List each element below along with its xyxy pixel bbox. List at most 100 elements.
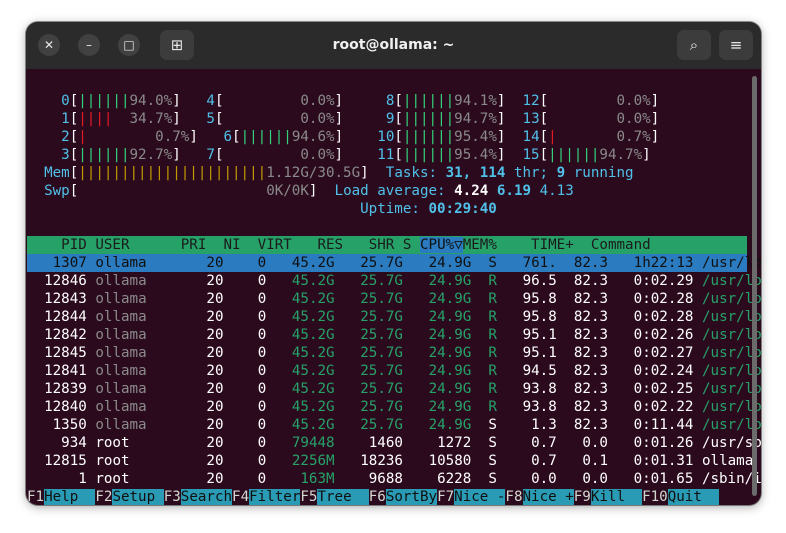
- row-user: ollama: [95, 417, 147, 433]
- row-ni: 0: [257, 363, 267, 379]
- row-ni: 0: [257, 435, 267, 451]
- fkey-9-key: F9: [573, 489, 591, 505]
- row-mem: 82.3: [573, 381, 609, 397]
- table-row[interactable]: 1 root 20 0 163M 9688 6228 S 0.0 0.0 0:0…: [27, 470, 761, 488]
- fkey-9-button[interactable]: Kill: [590, 489, 643, 505]
- row-time: 0:02.28: [633, 291, 694, 307]
- table-row[interactable]: 12839 ollama 20 0 45.2G 25.7G 24.9G R 93…: [27, 380, 761, 398]
- row-pid: 12843: [44, 291, 87, 307]
- row-user: root: [95, 453, 130, 469]
- mem-value: 1.12G/30.5G: [266, 165, 361, 181]
- row-ni: 0: [257, 309, 267, 325]
- row-cpu: 1.3: [531, 417, 557, 433]
- row-state: R: [488, 273, 497, 289]
- row-cpu: 95.1: [522, 327, 557, 343]
- terminal-screen[interactable]: 0[||||||94.0%] 4[ 0.0%] 8[||||||94.1%] 1…: [26, 69, 761, 505]
- row-virt: 45.2G: [291, 309, 335, 325]
- row-cpu: 95.8: [522, 309, 557, 325]
- row-mem: 0.1: [582, 453, 609, 469]
- row-ni: 0: [257, 417, 267, 433]
- table-row[interactable]: 934 root 20 0 79448 1460 1272 S 0.7 0.0 …: [27, 434, 761, 452]
- menu-icon[interactable]: ≡: [719, 30, 753, 60]
- row-virt: 79448: [291, 435, 335, 451]
- row-time: 1h22:13: [633, 255, 694, 271]
- fkey-10-button[interactable]: Quit: [667, 489, 719, 505]
- row-pid: 12844: [44, 309, 87, 325]
- table-row[interactable]: 12840 ollama 20 0 45.2G 25.7G 24.9G R 93…: [27, 398, 761, 416]
- table-row[interactable]: 12841 ollama 20 0 45.2G 25.7G 24.9G R 94…: [27, 362, 761, 380]
- uptime-value: 00:29:40: [428, 201, 497, 217]
- row-virt: 163M: [300, 471, 335, 487]
- row-user: root: [95, 435, 130, 451]
- col-user: USER: [95, 237, 130, 253]
- row-pid: 12846: [44, 273, 87, 289]
- fkey-5-button[interactable]: Tree: [317, 489, 369, 505]
- row-res: 1460: [368, 435, 403, 451]
- cpu-meter-row: 1[|||| 34.7%] 5[ 0.0%] 9[||||||94.7%] 13…: [61, 111, 660, 127]
- process-table-header[interactable]: PID USER PRI NI VIRT RES SHR S CPU%▽MEM%…: [27, 236, 747, 254]
- fkey-6-button[interactable]: SortBy: [385, 489, 438, 505]
- close-icon[interactable]: ✕: [38, 34, 60, 56]
- table-row[interactable]: 12845 ollama 20 0 45.2G 25.7G 24.9G R 95…: [27, 344, 761, 362]
- row-pid: 1307: [52, 255, 87, 271]
- row-time: 0:01.31: [633, 453, 694, 469]
- fkey-8-button[interactable]: Nice +: [522, 489, 574, 505]
- new-tab-icon[interactable]: ⊞: [160, 30, 194, 60]
- fkey-10-key: F10: [642, 489, 668, 505]
- row-time: 0:01.65: [633, 471, 694, 487]
- table-row[interactable]: 12842 ollama 20 0 45.2G 25.7G 24.9G R 95…: [27, 326, 761, 344]
- table-row[interactable]: 12844 ollama 20 0 45.2G 25.7G 24.9G R 95…: [27, 308, 761, 326]
- table-row[interactable]: 12846 ollama 20 0 45.2G 25.7G 24.9G R 96…: [27, 272, 761, 290]
- fkey-3-button[interactable]: Search: [180, 489, 233, 505]
- row-res: 25.7G: [360, 327, 403, 343]
- row-state: R: [488, 345, 497, 361]
- row-mem: 82.3: [573, 345, 609, 361]
- row-mem: 82.3: [573, 273, 609, 289]
- row-shr: 24.9G: [428, 345, 472, 361]
- fkey-1-button[interactable]: Help: [44, 489, 96, 505]
- row-time: 0:02.28: [633, 309, 694, 325]
- row-time: 0:11.44: [633, 417, 694, 433]
- row-res: 25.7G: [360, 309, 403, 325]
- row-shr: 24.9G: [428, 381, 472, 397]
- row-virt: 45.2G: [291, 381, 335, 397]
- row-pid: 12840: [44, 399, 87, 415]
- row-cpu: 95.8: [522, 291, 557, 307]
- row-virt: 45.2G: [291, 345, 335, 361]
- table-row[interactable]: 1307 ollama 20 0 45.2G 25.7G 24.9G S 761…: [27, 254, 761, 272]
- table-row[interactable]: 12843 ollama 20 0 45.2G 25.7G 24.9G R 95…: [27, 290, 761, 308]
- row-cpu: 761.: [522, 255, 557, 271]
- row-state: S: [488, 417, 497, 433]
- fkey-7-button[interactable]: Nice -: [454, 489, 506, 505]
- col-res: RES: [317, 237, 344, 253]
- row-pri: 20: [206, 345, 224, 361]
- row-time: 0:02.29: [633, 273, 694, 289]
- row-res: 9688: [368, 471, 403, 487]
- row-user: root: [95, 471, 130, 487]
- uptime-row: Uptime: 00:29:40: [27, 200, 497, 218]
- row-pid: 12845: [44, 345, 87, 361]
- table-row[interactable]: 12815 root 20 0 2256M 18236 10580 S 0.7 …: [27, 452, 753, 470]
- cpu-meter-row: 0[||||||94.0%] 4[ 0.0%] 8[||||||94.1%] 1…: [61, 93, 660, 109]
- table-row[interactable]: 1350 ollama 20 0 45.2G 25.7G 24.9G S 1.3…: [27, 416, 761, 434]
- search-icon[interactable]: ⌕: [677, 30, 711, 60]
- row-time: 0:02.26: [633, 327, 694, 343]
- row-state: S: [488, 471, 497, 487]
- row-cpu: 93.8: [522, 381, 557, 397]
- fkey-2-button[interactable]: Setup: [112, 489, 164, 505]
- row-cpu: 95.1: [522, 345, 557, 361]
- col-cpu-sorted: CPU%▽: [419, 237, 463, 253]
- row-virt: 45.2G: [291, 399, 335, 415]
- scrollbar[interactable]: [752, 76, 757, 496]
- row-shr: 24.9G: [428, 309, 472, 325]
- row-state: R: [488, 363, 497, 379]
- minimize-icon[interactable]: –: [78, 34, 100, 56]
- row-cpu: 0.7: [531, 453, 557, 469]
- row-ni: 0: [257, 381, 267, 397]
- row-shr: 24.9G: [428, 291, 472, 307]
- fkey-4-button[interactable]: Filter: [249, 489, 301, 505]
- row-res: 18236: [360, 453, 403, 469]
- row-pid: 1350: [52, 417, 87, 433]
- maximize-icon[interactable]: □: [118, 34, 140, 56]
- row-res: 25.7G: [360, 291, 403, 307]
